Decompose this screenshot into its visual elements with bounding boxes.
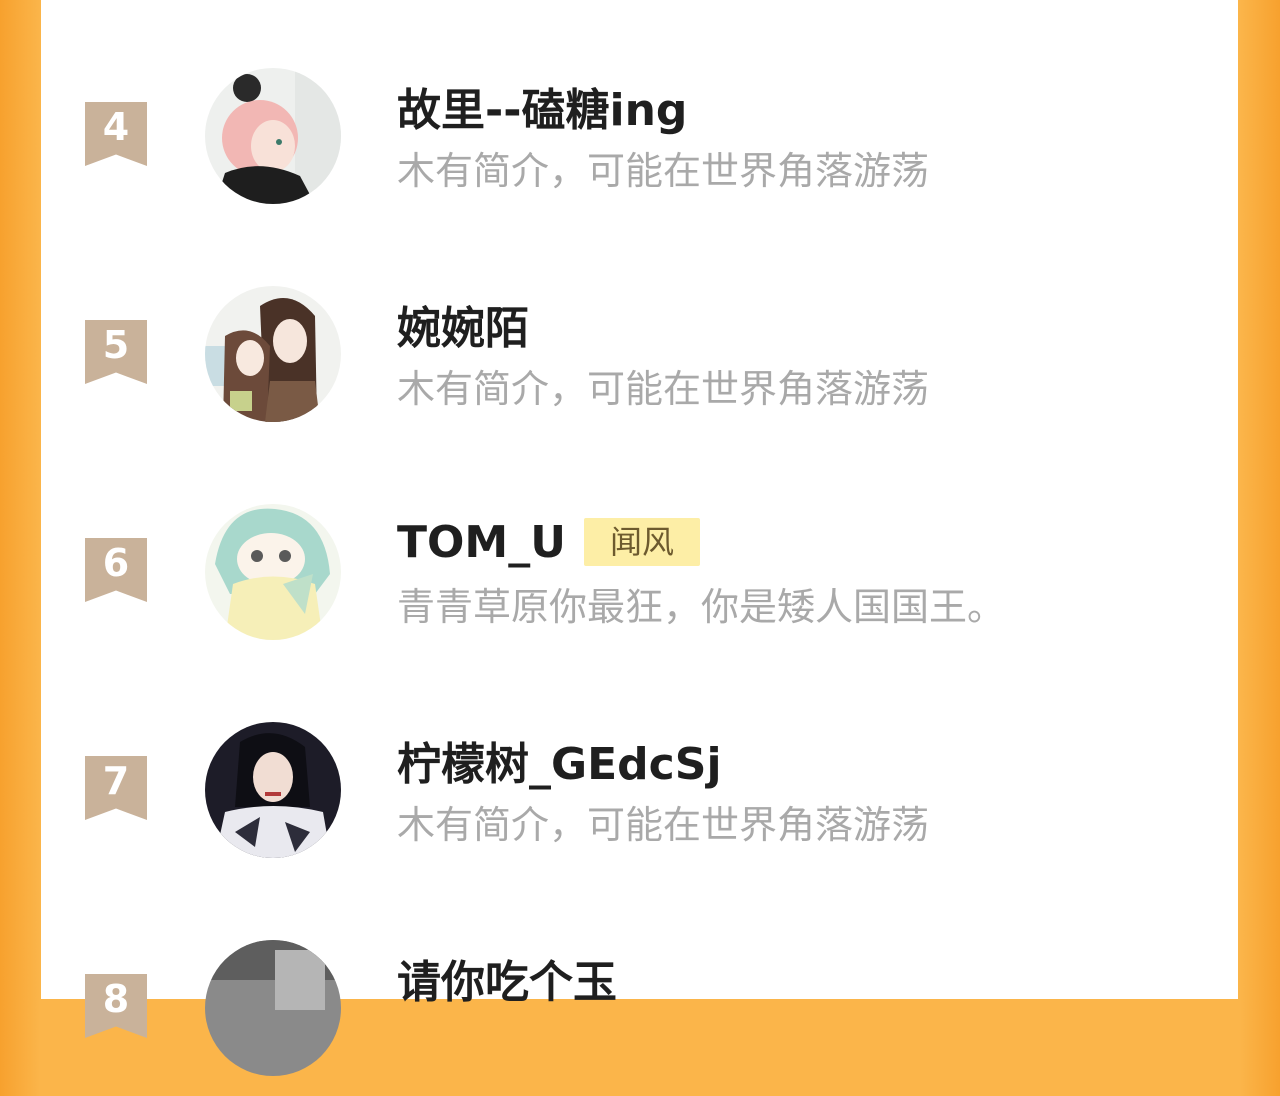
anime-girl-pink-hair-avatar-icon [205,68,341,204]
leaderboard-row[interactable]: 5 婉婉陌 木有简介，可能在世界角落游荡 [41,282,1238,442]
rank-badge: 6 [85,538,147,602]
username[interactable]: TOM_U [397,517,566,568]
username-line: TOM_U 闻风 [397,514,700,570]
avatar[interactable] [205,68,341,204]
anime-couple-avatar-icon [205,286,341,422]
avatar[interactable] [205,504,341,640]
user-bio: 木有简介，可能在世界角落游荡 [397,803,930,847]
username[interactable]: 故里--磕糖ing [397,74,687,138]
leaderboard-row[interactable]: 8 请你吃个玉 [41,936,1238,1096]
leaderboard-panel: 4 故里--磕糖ing 木有简介，可能在世界角落游荡 5 婉婉陌 木有简介，可能… [41,0,1238,1076]
leaderboard-row[interactable]: 6 TOM_U 闻风 青青草原你最狂，你是矮人国国王。 [41,500,1238,660]
title-badge: 闻风 [583,518,700,566]
username[interactable]: 婉婉陌 [397,292,529,356]
username-line: 婉婉陌 [397,296,529,354]
rank-badge: 5 [85,320,147,384]
avatar[interactable] [205,940,341,1076]
chibi-teal-hair-avatar-icon [205,504,341,640]
username-line: 请你吃个玉 [397,950,617,1008]
user-bio: 青青草原你最狂，你是矮人国国王。 [397,585,1006,629]
username[interactable]: 请你吃个玉 [397,946,617,1010]
gray-photo-avatar-icon [205,940,341,1076]
avatar[interactable] [205,722,341,858]
leaderboard-row[interactable]: 7 柠檬树_GEdcSj 木有简介，可能在世界角落游荡 [41,718,1238,878]
dark-hair-girl-avatar-icon [205,722,341,858]
user-bio: 木有简介，可能在世界角落游荡 [397,149,930,193]
user-bio: 木有简介，可能在世界角落游荡 [397,367,930,411]
username-line: 柠檬树_GEdcSj [397,732,722,790]
username[interactable]: 柠檬树_GEdcSj [397,728,722,792]
rank-badge: 8 [85,974,147,1038]
rank-badge: 7 [85,756,147,820]
rank-badge: 4 [85,102,147,166]
username-line: 故里--磕糖ing [397,78,687,136]
avatar[interactable] [205,286,341,422]
leaderboard-row[interactable]: 4 故里--磕糖ing 木有简介，可能在世界角落游荡 [41,64,1238,224]
